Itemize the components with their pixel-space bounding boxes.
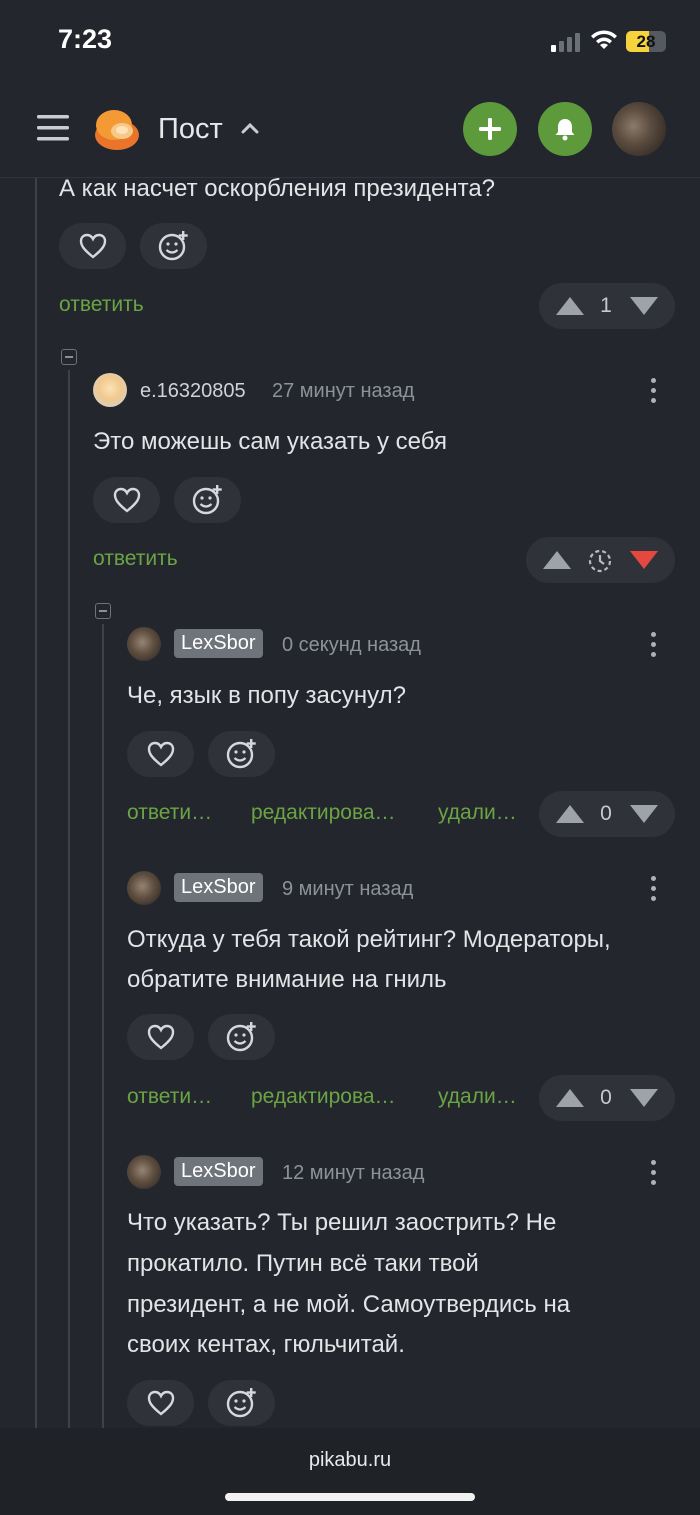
comment-author[interactable]: LexSbor xyxy=(174,1157,263,1186)
like-button[interactable] xyxy=(59,223,126,269)
like-button[interactable] xyxy=(127,1380,194,1426)
avatar[interactable] xyxy=(127,627,161,661)
menu-icon[interactable] xyxy=(37,113,69,148)
upvote-icon[interactable] xyxy=(542,550,572,570)
react-button[interactable] xyxy=(140,223,207,269)
comment-text-line: обратите внимание на гниль xyxy=(127,966,447,993)
thread-line xyxy=(68,370,70,1428)
downvote-icon[interactable] xyxy=(629,804,659,824)
vote-score: 0 xyxy=(600,802,612,825)
comment-time: 9 минут назад xyxy=(282,878,414,900)
vote-score: 1 xyxy=(600,294,612,317)
reply-link[interactable]: ответи… xyxy=(127,801,212,825)
avatar[interactable] xyxy=(127,1155,161,1189)
add-reaction-icon xyxy=(158,231,188,261)
comment-text: А как насчет оскорбления президента? xyxy=(59,175,496,202)
battery-indicator: 28 xyxy=(626,31,666,52)
delete-link[interactable]: удали… xyxy=(438,801,517,825)
comment-time: 12 минут назад xyxy=(282,1162,425,1184)
more-options-icon[interactable] xyxy=(651,632,657,662)
wifi-icon xyxy=(589,29,619,56)
upvote-icon[interactable] xyxy=(555,804,585,824)
chevron-up-icon[interactable] xyxy=(240,118,260,143)
user-avatar[interactable] xyxy=(612,102,666,156)
edit-link[interactable]: редактирова… xyxy=(251,801,396,825)
battery-level: 28 xyxy=(636,32,656,51)
more-options-icon[interactable] xyxy=(651,1160,657,1190)
add-reaction-icon xyxy=(226,1022,256,1052)
vote-score: 0 xyxy=(600,1086,612,1109)
edit-link[interactable]: редактирова… xyxy=(251,1085,396,1109)
comment-author[interactable]: e.16320805 xyxy=(140,380,246,403)
like-button[interactable] xyxy=(127,731,194,777)
pending-clock-icon xyxy=(588,549,612,573)
downvote-icon[interactable] xyxy=(629,550,659,570)
home-indicator[interactable] xyxy=(225,1493,475,1501)
upvote-icon[interactable] xyxy=(555,296,585,316)
add-reaction-icon xyxy=(226,1388,256,1418)
vote-widget: 1 xyxy=(539,283,675,329)
reply-link[interactable]: ответи… xyxy=(127,1085,212,1109)
upvote-icon[interactable] xyxy=(555,1088,585,1108)
reply-link[interactable]: ответить xyxy=(59,293,144,317)
vote-widget: 0 xyxy=(539,791,675,837)
vote-widget: 0 xyxy=(539,1075,675,1121)
heart-icon xyxy=(147,1390,174,1416)
bell-icon xyxy=(555,119,575,141)
add-post-button[interactable] xyxy=(463,102,517,156)
comment-time: 27 минут назад xyxy=(272,380,415,402)
heart-icon xyxy=(79,233,106,259)
downvote-icon[interactable] xyxy=(629,1088,659,1108)
comment-text: Это можешь сам указать у себя xyxy=(93,428,447,455)
react-button[interactable] xyxy=(208,1014,275,1060)
more-options-icon[interactable] xyxy=(651,876,657,906)
comment-time: 0 секунд назад xyxy=(282,634,421,656)
plus-icon xyxy=(479,118,501,140)
comment-text-line: президент, а не мой. Самоутвердись на xyxy=(127,1291,571,1318)
thread-line xyxy=(102,624,104,1428)
avatar[interactable] xyxy=(127,871,161,905)
comment-text-line: своих кентах, гюльчитай. xyxy=(127,1331,405,1358)
comment-author[interactable]: LexSbor xyxy=(174,629,263,658)
comment-text-line: прокатило. Путин всё таки твой xyxy=(127,1250,479,1277)
vote-widget xyxy=(526,537,675,583)
pikabu-logo[interactable] xyxy=(92,105,142,158)
reply-link[interactable]: ответить xyxy=(93,547,178,571)
url-bar[interactable]: pikabu.ru xyxy=(0,1449,700,1472)
thread-line xyxy=(35,178,37,1428)
avatar[interactable] xyxy=(93,373,127,407)
like-button[interactable] xyxy=(93,477,160,523)
comment-text-line: Откуда у тебя такой рейтинг? Модераторы, xyxy=(127,926,611,953)
delete-link[interactable]: удали… xyxy=(438,1085,517,1109)
status-time: 7:23 xyxy=(58,24,113,54)
add-reaction-icon xyxy=(226,739,256,769)
cellular-signal-icon xyxy=(551,32,583,57)
downvote-icon[interactable] xyxy=(629,296,659,316)
notifications-button[interactable] xyxy=(538,102,592,156)
collapse-button[interactable] xyxy=(95,603,111,619)
heart-icon xyxy=(147,1024,174,1050)
react-button[interactable] xyxy=(208,1380,275,1426)
like-button[interactable] xyxy=(127,1014,194,1060)
heart-icon xyxy=(113,487,140,513)
add-reaction-icon xyxy=(192,485,222,515)
more-options-icon[interactable] xyxy=(651,378,657,408)
comment-author[interactable]: LexSbor xyxy=(174,873,263,902)
comment-text: Че, язык в попу засунул? xyxy=(127,682,406,709)
heart-icon xyxy=(147,741,174,767)
page-title[interactable]: Пост xyxy=(158,113,223,146)
react-button[interactable] xyxy=(208,731,275,777)
collapse-button[interactable] xyxy=(61,349,77,365)
react-button[interactable] xyxy=(174,477,241,523)
comment-text-line: Что указать? Ты решил заострить? Не xyxy=(127,1209,557,1236)
